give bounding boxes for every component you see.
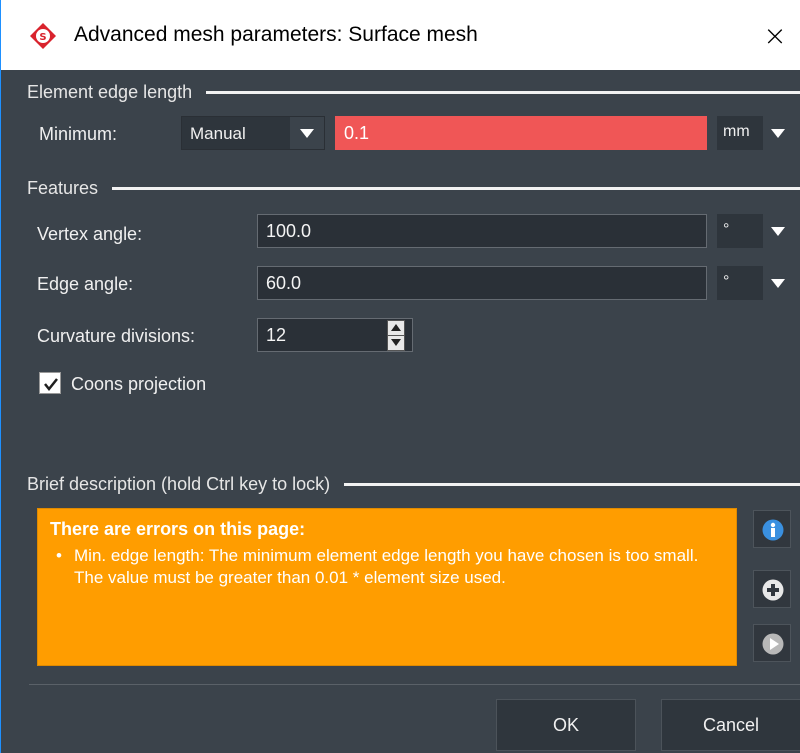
section-title: Brief description (hold Ctrl key to lock…: [27, 473, 331, 494]
curvature-divisions-label: Curvature divisions:: [37, 326, 196, 346]
section-title: Element edge length: [27, 81, 193, 102]
dropdown-value: mm: [723, 123, 750, 140]
dialog-window: S Advanced mesh parameters: Surface mesh…: [0, 0, 800, 753]
close-button[interactable]: ×: [753, 16, 797, 56]
window-title: Advanced mesh parameters: Surface mesh: [74, 23, 478, 46]
dropdown-value: °: [723, 221, 730, 238]
ok-button[interactable]: OK: [496, 699, 636, 751]
vertex-angle-input[interactable]: [257, 214, 707, 248]
info-button[interactable]: [753, 510, 791, 548]
section-divider: [344, 482, 800, 486]
edge-angle-label: Edge angle:: [37, 274, 134, 294]
section-features: Features: [27, 176, 800, 200]
play-button[interactable]: [753, 624, 791, 662]
chevron-down-icon[interactable]: [763, 266, 793, 300]
coons-projection-label[interactable]: Coons projection: [71, 374, 206, 395]
checkmark-icon: [44, 378, 58, 392]
title-bar[interactable]: S Advanced mesh parameters: Surface mesh…: [1, 0, 800, 70]
section-divider: [112, 186, 800, 190]
section-brief-description: Brief description (hold Ctrl key to lock…: [27, 472, 800, 496]
section-title: Features: [27, 177, 99, 198]
app-logo-icon: S: [29, 22, 57, 50]
section-divider: [206, 90, 800, 94]
play-icon: [762, 633, 784, 655]
coons-projection-checkbox[interactable]: [39, 372, 61, 394]
vertex-angle-label: Vertex angle:: [37, 224, 143, 244]
chevron-down-icon[interactable]: [763, 214, 793, 248]
spin-down-button[interactable]: [387, 335, 405, 351]
close-icon[interactable]: ×: [763, 19, 786, 52]
chevron-down-icon[interactable]: [290, 117, 324, 149]
dropdown-value: Manual: [190, 124, 246, 143]
chevron-down-icon[interactable]: [763, 116, 793, 150]
section-element-edge-length: Element edge length: [27, 80, 800, 104]
vertex-angle-unit-dropdown[interactable]: °: [717, 214, 793, 248]
edge-angle-input[interactable]: [257, 266, 707, 300]
edge-angle-unit-dropdown[interactable]: °: [717, 266, 793, 300]
minimum-mode-dropdown[interactable]: Manual: [181, 116, 325, 150]
svg-text:S: S: [39, 32, 46, 43]
minimum-label: Minimum:: [39, 124, 118, 144]
error-message: Min. edge length: The minimum element ed…: [50, 545, 730, 589]
error-description-box: There are errors on this page: Min. edge…: [37, 508, 737, 666]
cancel-button[interactable]: Cancel: [661, 699, 800, 751]
footer-divider: [29, 684, 800, 685]
info-icon: [762, 519, 784, 541]
length-unit-dropdown[interactable]: mm: [717, 116, 793, 150]
spin-up-button[interactable]: [387, 320, 405, 336]
dropdown-value: °: [723, 273, 730, 290]
add-button[interactable]: [753, 570, 791, 608]
plus-icon: [762, 579, 784, 601]
minimum-edge-length-input[interactable]: [335, 116, 707, 150]
error-title: There are errors on this page:: [50, 519, 306, 539]
